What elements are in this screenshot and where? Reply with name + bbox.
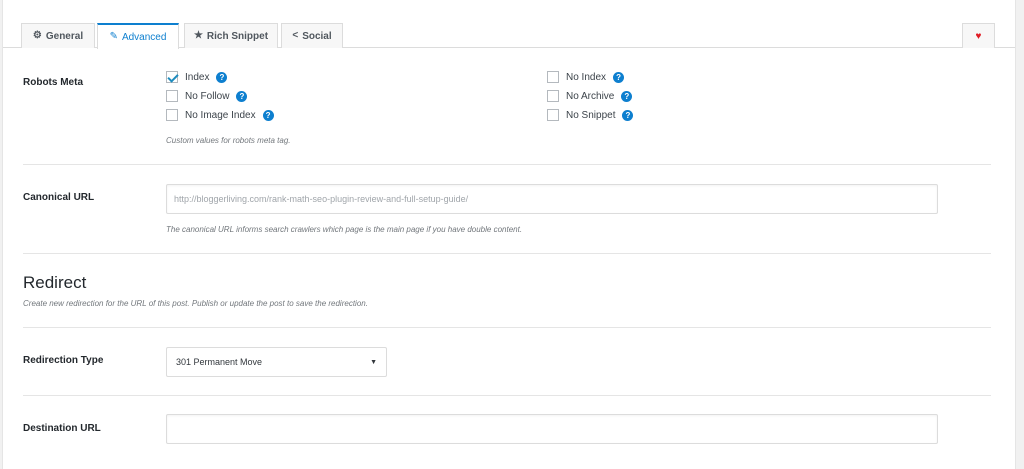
share-icon: < bbox=[292, 30, 299, 41]
robots-option-nosnippet[interactable]: No Snippet ? bbox=[547, 108, 634, 122]
option-label: No Archive bbox=[566, 90, 615, 102]
heart-button[interactable]: ♥ bbox=[962, 23, 995, 48]
rank-math-advanced-panel: ⚙ General ✎ Advanced ★ Rich Snippet < So… bbox=[2, 0, 1016, 469]
divider bbox=[23, 253, 991, 254]
tab-rich-snippet-label: Rich Snippet bbox=[206, 30, 269, 42]
robots-description: Custom values for robots meta tag. bbox=[166, 136, 291, 145]
option-label: No Index bbox=[566, 71, 607, 83]
index-checkbox[interactable] bbox=[166, 71, 178, 83]
destination-url-input[interactable] bbox=[166, 414, 938, 444]
divider bbox=[23, 395, 991, 396]
tab-bar: ⚙ General ✎ Advanced ★ Rich Snippet < So… bbox=[3, 0, 1015, 49]
help-icon[interactable]: ? bbox=[621, 90, 633, 102]
canonical-url-placeholder: http://bloggerliving.com/rank-math-seo-p… bbox=[174, 194, 469, 204]
robots-option-nofollow[interactable]: No Follow ? bbox=[166, 89, 248, 103]
option-label: No Image Index bbox=[185, 109, 256, 121]
redirect-heading: Redirect bbox=[23, 273, 87, 292]
option-label: Index bbox=[185, 71, 210, 83]
option-label: No Snippet bbox=[566, 109, 616, 121]
help-icon[interactable]: ? bbox=[236, 90, 248, 102]
noindex-checkbox[interactable] bbox=[547, 71, 559, 83]
dropdown-arrow-icon: ▼ bbox=[370, 358, 377, 366]
help-icon[interactable]: ? bbox=[622, 109, 634, 121]
option-label: No Follow bbox=[185, 90, 230, 102]
redirection-type-select[interactable]: 301 Permanent Move ▼ bbox=[166, 347, 387, 377]
nofollow-checkbox[interactable] bbox=[166, 90, 178, 102]
redirect-description: Create new redirection for the URL of th… bbox=[23, 299, 368, 308]
heart-icon: ♥ bbox=[975, 30, 982, 42]
robots-option-noarchive[interactable]: No Archive ? bbox=[547, 89, 633, 103]
canonical-url-label: Canonical URL bbox=[23, 192, 95, 203]
tab-social[interactable]: < Social bbox=[281, 23, 343, 48]
tab-general[interactable]: ⚙ General bbox=[21, 23, 95, 48]
destination-url-label: Destination URL bbox=[23, 423, 101, 434]
noarchive-checkbox[interactable] bbox=[547, 90, 559, 102]
robots-option-noindex[interactable]: No Index ? bbox=[547, 70, 625, 84]
help-icon[interactable]: ? bbox=[262, 109, 274, 121]
redirection-type-value: 301 Permanent Move bbox=[176, 357, 263, 367]
gear-icon: ⚙ bbox=[32, 30, 42, 41]
robots-option-index[interactable]: Index ? bbox=[166, 70, 228, 84]
divider bbox=[23, 327, 991, 328]
tab-rich-snippet[interactable]: ★ Rich Snippet bbox=[184, 23, 278, 48]
redirection-type-label: Redirection Type bbox=[23, 355, 104, 366]
divider bbox=[23, 164, 991, 165]
canonical-description: The canonical URL informs search crawler… bbox=[166, 225, 523, 234]
star-icon: ★ bbox=[193, 30, 203, 41]
nosnippet-checkbox[interactable] bbox=[547, 109, 559, 121]
tab-social-label: Social bbox=[302, 30, 332, 42]
help-icon[interactable]: ? bbox=[613, 71, 625, 83]
tab-advanced[interactable]: ✎ Advanced bbox=[97, 23, 179, 49]
robots-meta-label: Robots Meta bbox=[23, 77, 83, 88]
help-icon[interactable]: ? bbox=[216, 71, 228, 83]
wrench-icon: ✎ bbox=[109, 31, 118, 42]
robots-option-noimageindex[interactable]: No Image Index ? bbox=[166, 108, 274, 122]
canonical-url-input[interactable]: http://bloggerliving.com/rank-math-seo-p… bbox=[166, 184, 938, 214]
tab-general-label: General bbox=[45, 30, 84, 42]
noimageindex-checkbox[interactable] bbox=[166, 109, 178, 121]
tab-advanced-label: Advanced bbox=[121, 31, 167, 43]
